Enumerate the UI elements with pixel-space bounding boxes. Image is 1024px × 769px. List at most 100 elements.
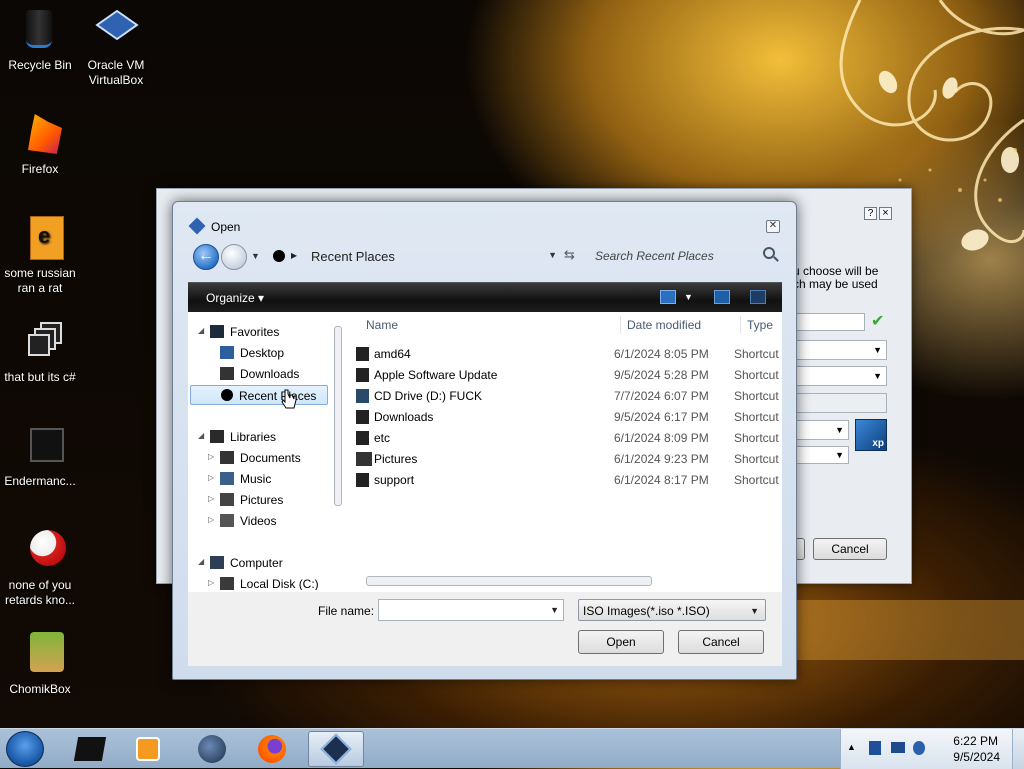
nav-computer[interactable]: ◢ Computer [188, 553, 338, 573]
open-label: Open [606, 635, 636, 649]
file-row[interactable]: etc 6/1/2024 8:09 PM Shortcut [350, 428, 782, 449]
edition-select[interactable]: ▼ [793, 420, 849, 440]
desktop-icon-virtualbox[interactable]: Oracle VM VirtualBox [76, 6, 156, 88]
nav-videos[interactable]: ▷ Videos [188, 511, 338, 531]
round-app-icon [16, 526, 66, 574]
views-icon[interactable] [660, 290, 676, 304]
file-row[interactable]: Apple Software Update 9/5/2024 5:28 PM S… [350, 365, 782, 386]
desktop-icon-chomikbox[interactable]: ChomikBox [0, 630, 80, 697]
file-name-input[interactable]: ▼ [378, 599, 564, 621]
search-box[interactable]: Search Recent Places [585, 244, 781, 268]
show-desktop-button[interactable] [1012, 729, 1024, 769]
preview-pane-icon[interactable] [714, 290, 730, 304]
help-icon[interactable] [750, 290, 766, 304]
column-divider[interactable] [620, 316, 621, 334]
nav-recent-places[interactable]: Recent Places [190, 385, 328, 405]
refresh-icon[interactable]: ⇆ [564, 247, 575, 263]
file-date: 6/1/2024 8:17 PM [614, 473, 709, 487]
taskbar-firefox[interactable] [244, 731, 300, 767]
nav-libraries[interactable]: ◢ Libraries [188, 427, 338, 447]
nav-music[interactable]: ▷ Music [188, 469, 338, 489]
nav-label: Recent Places [239, 389, 317, 403]
scrollbar-thumb[interactable] [334, 326, 342, 506]
navigation-pane: ◢ Favorites Desktop Downloads Recent Pla… [188, 312, 338, 590]
nav-pane-scrollbar[interactable] [333, 320, 343, 582]
cancel-button-bg[interactable]: Cancel [813, 538, 887, 560]
nav-pictures[interactable]: ▷ Pictures [188, 490, 338, 510]
column-header-type[interactable]: Type [747, 318, 773, 332]
dialog-title: Open [211, 220, 241, 234]
close-button[interactable]: ✕ [766, 220, 780, 233]
desktop-icon-that-but-its-csharp[interactable]: that but its c# [0, 318, 80, 385]
column-divider[interactable] [740, 316, 741, 334]
app-window-icon [16, 422, 64, 470]
desktop-icon-some-russian[interactable]: e some russian ran a rat [0, 214, 80, 296]
nav-label: Documents [240, 451, 301, 465]
file-row[interactable]: support 6/1/2024 8:17 PM Shortcut [350, 470, 782, 491]
open-button[interactable]: Open [578, 630, 664, 654]
file-type: Shortcut [734, 347, 779, 361]
desktop-icon-endermanch[interactable]: Endermanc... [0, 422, 80, 489]
nav-favorites[interactable]: ◢ Favorites [188, 322, 338, 342]
desktop-icon-label: Oracle VM [87, 58, 145, 72]
clock-date[interactable]: 9/5/2024 [953, 750, 1000, 764]
file-row[interactable]: CD Drive (D:) FUCK 7/7/2024 6:07 PM Shor… [350, 386, 782, 407]
name-field[interactable] [793, 313, 865, 331]
file-date: 9/5/2024 6:17 PM [614, 410, 709, 424]
show-hidden-icons[interactable]: ▲ [847, 742, 856, 752]
desktop-icon-recycle-bin[interactable]: Recycle Bin [0, 6, 80, 73]
chevron-down-icon[interactable]: ▼ [550, 605, 559, 615]
nav-label: Videos [240, 514, 277, 528]
close-button[interactable]: × [879, 207, 892, 220]
file-row[interactable]: amd64 6/1/2024 8:05 PM Shortcut [350, 344, 782, 365]
desktop-icon-label: Endermanc... [4, 474, 76, 488]
file-type-filter[interactable]: ISO Images(*.iso *.ISO) ▼ [578, 599, 766, 621]
nav-downloads[interactable]: Downloads [188, 364, 338, 384]
virtualbox-icon [320, 733, 352, 765]
documents-icon [220, 451, 234, 464]
address-bar[interactable]: ▸ Recent Places ▼ [267, 244, 557, 270]
volume-icon[interactable] [913, 741, 925, 755]
nav-local-disk[interactable]: ▷ Local Disk (C:) [188, 574, 338, 590]
system-tray: ▲ 6:22 PM 9/5/2024 [840, 729, 1024, 769]
network-icon[interactable] [869, 741, 881, 755]
nav-label: Downloads [240, 367, 300, 381]
address-dropdown[interactable]: ▼ [548, 250, 557, 260]
file-row[interactable]: Downloads 9/5/2024 6:17 PM Shortcut [350, 407, 782, 428]
help-button[interactable]: ? [864, 207, 877, 220]
desktop-icon-firefox[interactable]: Firefox [0, 110, 80, 177]
clock-time[interactable]: 6:22 PM [953, 734, 998, 748]
desktop-icon-none-of-you[interactable]: none of you retards kno... [0, 526, 80, 608]
desktop-icon-label: Firefox [21, 162, 59, 176]
windows-stack-icon [16, 318, 64, 366]
views-dropdown[interactable]: ▼ [684, 292, 693, 302]
nav-desktop[interactable]: Desktop [188, 343, 338, 363]
desktop-icon-label: that but its c# [4, 370, 76, 384]
type-select[interactable]: ▼ [793, 340, 887, 360]
file-type: Shortcut [734, 410, 779, 424]
back-button[interactable]: ← [193, 244, 219, 270]
forward-button[interactable] [221, 244, 247, 270]
history-dropdown[interactable]: ▼ [251, 251, 260, 261]
version-select[interactable]: ▼ [793, 366, 887, 386]
file-name: Apple Software Update [374, 368, 498, 382]
desktop-icon-label-line2: ran a rat [17, 281, 63, 295]
file-list-hscrollbar[interactable] [360, 574, 780, 588]
file-row[interactable]: Pictures 6/1/2024 9:23 PM Shortcut [350, 449, 782, 470]
organize-button[interactable]: Organize ▾ [206, 291, 264, 305]
scrollbar-thumb[interactable] [366, 576, 652, 586]
cancel-button[interactable]: Cancel [678, 630, 764, 654]
cancel-label: Cancel [702, 635, 740, 649]
column-header-name[interactable]: Name [366, 318, 398, 332]
taskbar-media-player[interactable] [120, 731, 176, 767]
taskbar-recycle-app[interactable] [62, 731, 118, 767]
xp-logo: xp [855, 419, 887, 451]
action-center-icon[interactable] [891, 742, 905, 753]
taskbar-virtualbox[interactable] [308, 731, 364, 767]
virtualbox-icon [188, 217, 206, 235]
column-header-date[interactable]: Date modified [627, 318, 701, 332]
taskbar-browser[interactable] [184, 731, 240, 767]
image-select[interactable]: ▼ [793, 446, 849, 464]
start-button[interactable] [6, 731, 44, 767]
nav-documents[interactable]: ▷ Documents [188, 448, 338, 468]
